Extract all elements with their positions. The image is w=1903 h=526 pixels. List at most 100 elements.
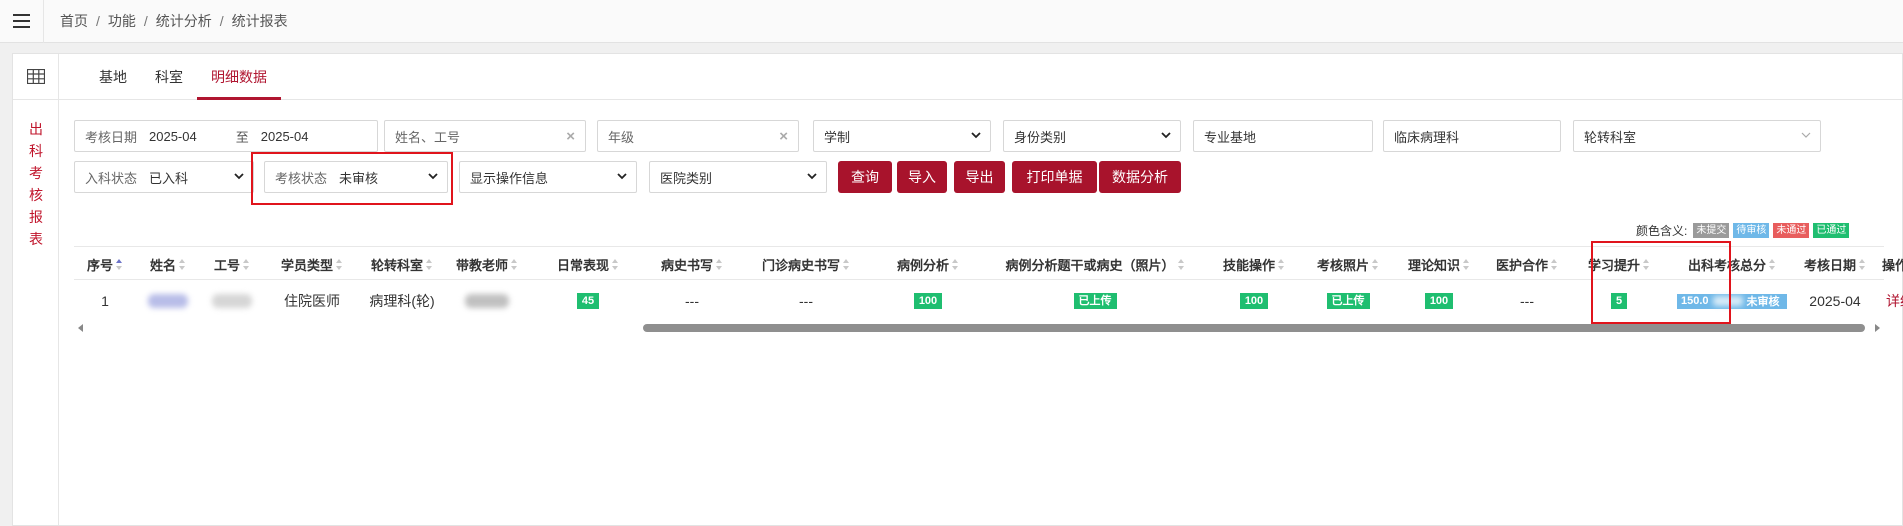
grade-input[interactable]: 年级 × <box>597 120 799 152</box>
major-base-input[interactable]: 专业基地 <box>1193 120 1373 152</box>
identity-type-select[interactable]: 身份类别 <box>1003 120 1181 152</box>
horizontal-scrollbar[interactable] <box>643 324 1865 332</box>
cell-exam-date: 2025-04 <box>1809 293 1861 309</box>
breadcrumb-statistics[interactable]: 统计分析 <box>156 11 212 31</box>
legend-pending: 待审核 <box>1733 223 1770 238</box>
legend-not-submitted: 未提交 <box>1693 223 1730 238</box>
date-from-value[interactable]: 2025-04 <box>149 129 197 144</box>
col-cooperation[interactable]: 医护合作 <box>1482 247 1572 281</box>
tab-detail-data[interactable]: 明细数据 <box>197 54 281 100</box>
hospital-type-select[interactable]: 医院类别 <box>649 161 827 193</box>
date-range-field[interactable]: 考核日期 2025-04 至 2025-04 <box>74 120 378 152</box>
chevron-down-icon <box>1801 132 1811 138</box>
breadcrumb-report: 统计报表 <box>231 13 288 29</box>
cell-student-type: 住院医师 <box>284 293 340 309</box>
legend-failed: 未通过 <box>1773 223 1810 238</box>
sort-icon <box>843 258 850 270</box>
col-skills[interactable]: 技能操作 <box>1208 247 1300 281</box>
school-system-select[interactable]: 学制 <box>813 120 991 152</box>
cell-outpatient-history: --- <box>799 293 813 309</box>
cell-exam-photo: 已上传 <box>1300 281 1396 321</box>
clear-icon[interactable]: × <box>566 128 575 145</box>
sort-icon <box>716 258 723 270</box>
detail-link[interactable]: 详细 <box>1872 281 1903 321</box>
top-bar: 首页 / 功能 / 统计分析 / 统计报表 <box>0 0 1903 43</box>
col-index[interactable]: 序号 <box>74 247 136 281</box>
show-ops-select[interactable]: 显示操作信息 <box>459 161 637 193</box>
cell-teacher-redacted <box>444 281 530 321</box>
name-id-input[interactable]: 姓名、工号 × <box>384 120 586 152</box>
chevron-down-icon <box>971 132 981 139</box>
sort-icon <box>1551 258 1558 270</box>
entry-status-select[interactable]: 入科状态 已入科 <box>74 161 254 193</box>
sort-icon <box>1177 258 1185 270</box>
table-grid-icon[interactable] <box>13 54 59 100</box>
col-teacher[interactable]: 带教老师 <box>444 247 530 281</box>
sort-icon <box>952 258 959 270</box>
scroll-left-arrow-icon[interactable] <box>78 324 83 332</box>
col-daily[interactable]: 日常表现 <box>530 247 646 281</box>
sort-icon <box>612 258 619 270</box>
chevron-down-icon <box>617 173 627 180</box>
cell-rotation-dept: 病理科(轮) <box>369 293 435 309</box>
col-theory[interactable]: 理论知识 <box>1396 247 1482 281</box>
clear-icon[interactable]: × <box>779 128 788 145</box>
legend-passed: 已通过 <box>1813 223 1850 238</box>
sort-icon <box>1372 258 1379 270</box>
tab-base[interactable]: 基地 <box>85 54 141 100</box>
sort-icon <box>243 258 250 270</box>
cell-id-redacted <box>200 281 264 321</box>
cell-theory: 100 <box>1396 281 1482 321</box>
chevron-down-icon <box>1161 132 1171 139</box>
cell-index: 1 <box>101 293 109 309</box>
sort-icon <box>426 258 433 270</box>
export-button[interactable]: 导出 <box>954 161 1005 193</box>
col-exam-date[interactable]: 考核日期 <box>1798 247 1872 281</box>
col-history[interactable]: 病史书写 <box>646 247 738 281</box>
col-action: 操作 <box>1881 257 1903 273</box>
date-to-value[interactable]: 2025-04 <box>261 129 309 144</box>
chevron-down-icon <box>234 173 244 180</box>
print-button[interactable]: 打印单据 <box>1012 161 1097 193</box>
tab-department[interactable]: 科室 <box>141 54 197 100</box>
pathology-input[interactable]: 临床病理科 <box>1383 120 1561 152</box>
sort-icon <box>511 258 518 270</box>
menu-toggle-icon[interactable] <box>0 0 44 43</box>
breadcrumb: 首页 / 功能 / 统计分析 / 统计报表 <box>60 11 288 31</box>
scroll-right-arrow-icon[interactable] <box>1875 324 1880 332</box>
breadcrumb-home[interactable]: 首页 <box>60 11 88 31</box>
highlight-box-exam-status <box>251 152 453 205</box>
col-outpatient-history[interactable]: 门诊病史书写 <box>738 247 874 281</box>
col-exam-photo[interactable]: 考核照片 <box>1300 247 1396 281</box>
cell-cooperation: --- <box>1520 293 1534 309</box>
sort-icon <box>1769 258 1776 270</box>
sidebar-report-title: 出科考核报表 <box>29 121 43 247</box>
cell-history: --- <box>685 293 699 309</box>
col-case-photo[interactable]: 病例分析题干或病史（照片） <box>982 247 1208 281</box>
col-name[interactable]: 姓名 <box>136 247 200 281</box>
sort-icon <box>179 258 186 270</box>
col-id[interactable]: 工号 <box>200 247 264 281</box>
tab-bar: 基地 科室 明细数据 <box>59 54 1902 100</box>
col-student-type[interactable]: 学员类型 <box>264 247 360 281</box>
cell-skills: 100 <box>1208 281 1300 321</box>
side-rail: 出科考核报表 <box>13 54 59 525</box>
sort-icon <box>1278 258 1285 270</box>
highlight-box-total-score <box>1591 241 1731 324</box>
rotation-dept-select[interactable]: 轮转科室 <box>1573 120 1821 152</box>
breadcrumb-function[interactable]: 功能 <box>108 11 136 31</box>
col-case-analysis[interactable]: 病例分析 <box>874 247 982 281</box>
cell-daily: 45 <box>530 281 646 321</box>
chevron-down-icon <box>807 173 817 180</box>
color-legend: 颜色含义: 未提交 待审核 未通过 已通过 <box>1636 222 1850 239</box>
sort-asc-icon <box>116 258 123 270</box>
sort-icon <box>1463 258 1470 270</box>
cell-name-redacted <box>136 281 200 321</box>
sort-icon <box>336 258 343 270</box>
col-rotation-dept[interactable]: 轮转科室 <box>360 247 444 281</box>
cell-case-analysis: 100 <box>874 281 982 321</box>
query-button[interactable]: 查询 <box>838 161 892 193</box>
data-analysis-button[interactable]: 数据分析 <box>1099 161 1181 193</box>
cell-case-photo: 已上传 <box>982 281 1208 321</box>
import-button[interactable]: 导入 <box>897 161 947 193</box>
